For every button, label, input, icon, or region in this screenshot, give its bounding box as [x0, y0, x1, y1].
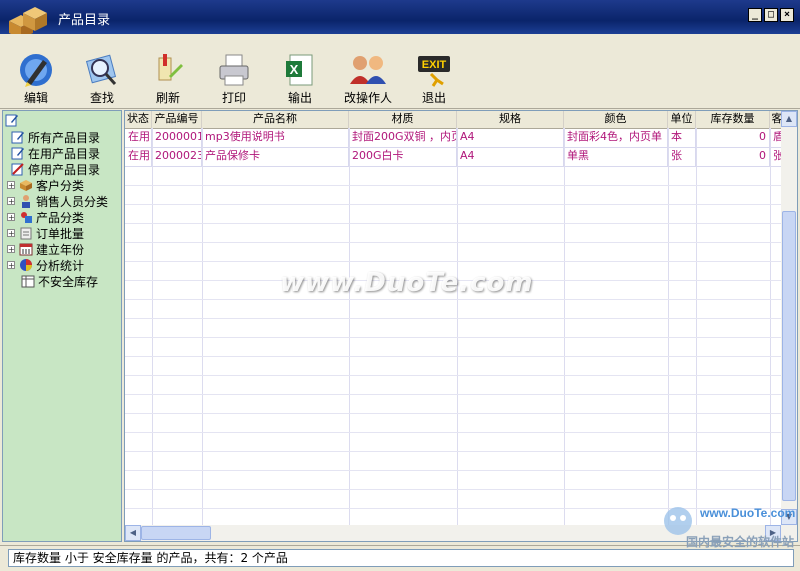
table-row[interactable]: 在用 2000023 产品保修卡 200G白卡 A4 单黑 张 0 张 [125, 147, 785, 167]
minimize-button[interactable]: _ [748, 8, 762, 22]
tree-item-unsafe-stock[interactable]: 不安全库存 [21, 273, 98, 289]
column-header[interactable]: 规格 [457, 111, 564, 128]
grid-line [125, 299, 785, 300]
tree-item-product-category[interactable]: + 产品分类 [7, 209, 84, 225]
expand-icon[interactable]: + [7, 261, 15, 270]
product-grid: 状态 产品编号 产品名称 材质 规格 颜色 单位 库存数量 客 在用 20000… [124, 110, 798, 542]
catalog-edit-icon [11, 131, 24, 144]
expand-icon[interactable]: + [7, 213, 15, 222]
scroll-thumb[interactable] [141, 526, 211, 540]
grid-line [125, 242, 785, 243]
watermark: www.DuoTe.com [280, 268, 534, 298]
scroll-thumb[interactable] [782, 211, 796, 501]
pie-chart-icon [20, 259, 32, 271]
expand-icon[interactable]: + [7, 229, 15, 238]
edit-button[interactable]: 编辑 [6, 52, 66, 108]
printer-icon [219, 54, 249, 86]
column-header[interactable]: 产品名称 [202, 111, 349, 128]
grid-line [152, 128, 153, 528]
calendar-icon [19, 243, 33, 256]
print-button[interactable]: 打印 [204, 52, 264, 108]
grid-line [202, 128, 203, 528]
grid-line [125, 451, 785, 452]
excel-icon: X [286, 54, 313, 86]
magnifier-icon [85, 54, 117, 86]
grid-line [125, 318, 785, 319]
grid-line [125, 261, 785, 262]
tree-item-active-products[interactable]: 在用产品目录 [11, 145, 100, 161]
vertical-scrollbar[interactable]: ▲ ▼ [781, 111, 797, 525]
scroll-left-icon[interactable]: ◀ [125, 525, 141, 541]
expand-icon[interactable]: + [7, 197, 15, 206]
grid-line [125, 394, 785, 395]
tree-item-order-batch[interactable]: + 订单批量 [7, 225, 84, 241]
grid-line [125, 204, 785, 205]
grid-line [349, 128, 350, 528]
tree-item-sales-staff-category[interactable]: + 销售人员分类 [7, 193, 108, 209]
expand-icon[interactable]: + [7, 245, 15, 254]
tree-item-inactive-products[interactable]: 停用产品目录 [11, 161, 100, 177]
svg-text:X: X [290, 62, 299, 77]
refresh-button[interactable]: 刷新 [138, 52, 198, 108]
grid-line [457, 128, 458, 528]
svg-text:EXIT: EXIT [422, 59, 447, 71]
grid-line [696, 128, 697, 528]
maximize-button[interactable]: □ [764, 8, 778, 22]
grid-line [770, 128, 771, 528]
users-icon [350, 56, 386, 84]
tree-item-statistics[interactable]: + 分析统计 [7, 257, 84, 273]
grid-line [125, 432, 785, 433]
person-icon [22, 195, 30, 208]
grid-line [125, 356, 785, 357]
title-bar: 产品目录 _ □ × [0, 0, 800, 39]
find-button[interactable]: 查找 [72, 52, 132, 108]
tree-item-all-products[interactable]: 所有产品目录 [11, 129, 100, 145]
column-header[interactable]: 单位 [668, 111, 696, 128]
expand-icon[interactable]: + [7, 181, 15, 190]
tree-item-customer-category[interactable]: + 客户分类 [7, 177, 84, 193]
pen-icon [20, 54, 52, 87]
box-icon [20, 180, 32, 191]
grid-line [125, 489, 785, 490]
grid-line [668, 128, 669, 528]
grid-line [125, 413, 785, 414]
exit-button[interactable]: EXIT 退出 [404, 52, 464, 108]
column-header[interactable]: 产品编号 [152, 111, 202, 128]
table-row[interactable]: 在用 2000001 mp3使用说明书 封面200G双铜 ，内页 A4 封面彩4… [125, 128, 785, 148]
stock-table-icon [21, 275, 35, 288]
catalog-edit-icon [11, 147, 24, 160]
toolbar: 编辑 查找 刷新 打印 X 输出 改操作人 EXIT 退出 [0, 34, 800, 109]
export-button[interactable]: X 输出 [270, 52, 330, 108]
close-button[interactable]: × [780, 8, 794, 22]
grid-line [125, 185, 785, 186]
column-header[interactable]: 库存数量 [696, 111, 770, 128]
grid-line [125, 223, 785, 224]
window-title: 产品目录 [58, 13, 111, 28]
column-header[interactable]: 材质 [349, 111, 457, 128]
svg-text:www.DuoTe.com: www.DuoTe.com [699, 506, 795, 520]
grid-line [125, 337, 785, 338]
exit-icon: EXIT [418, 56, 450, 87]
scroll-up-icon[interactable]: ▲ [781, 111, 797, 127]
grid-line [125, 470, 785, 471]
column-header[interactable]: 状态 [125, 111, 152, 128]
tree-item-year-created[interactable]: + 建立年份 [7, 241, 84, 257]
grid-line [564, 128, 565, 528]
change-operator-button[interactable]: 改操作人 [336, 52, 400, 108]
products-icon [21, 212, 32, 223]
brand-slogan: 国内最安全的软件站 [685, 535, 794, 549]
column-header[interactable]: 颜色 [564, 111, 668, 128]
tree-root-icon [5, 114, 18, 127]
grid-header: 状态 产品编号 产品名称 材质 规格 颜色 单位 库存数量 客 [125, 111, 785, 129]
catalog-stopped-icon [11, 163, 24, 176]
brush-icon [158, 54, 183, 81]
grid-line [125, 375, 785, 376]
category-tree: 所有产品目录 在用产品目录 停用产品目录 + 客户分类 + 销售人员分类 + 产… [2, 110, 122, 542]
order-icon [20, 227, 32, 240]
